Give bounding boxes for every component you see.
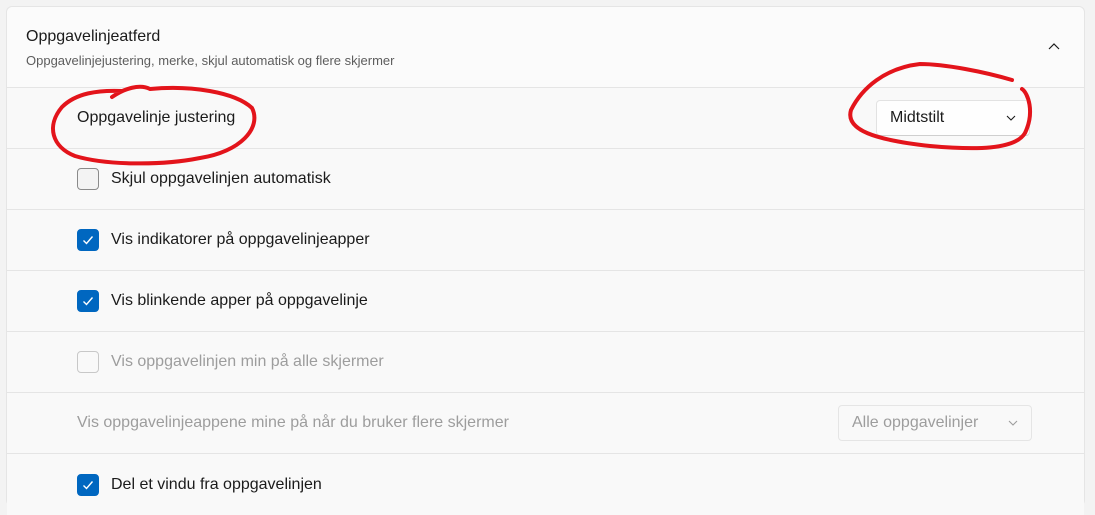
multi-display-row: Vis oppgavelinjeappene mine på når du br…: [7, 393, 1084, 454]
taskbar-alignment-dropdown[interactable]: Midtstilt: [876, 100, 1030, 136]
auto-hide-label: Skjul oppgavelinjen automatisk: [111, 170, 331, 187]
option-row-all-displays: Vis oppgavelinjen min på alle skjermer: [7, 332, 1084, 393]
multi-display-label: Vis oppgavelinjeappene mine på når du br…: [77, 414, 509, 431]
share-window-label: Del et vindu fra oppgavelinjen: [111, 475, 322, 493]
badges-checkbox[interactable]: [77, 229, 99, 251]
section-header[interactable]: Oppgavelinjeatferd Oppgavelinjejustering…: [7, 7, 1084, 88]
taskbar-alignment-label: Oppgavelinje justering: [77, 109, 236, 126]
checkmark-icon: [83, 297, 94, 306]
section-subtitle: Oppgavelinjejustering, merke, skjul auto…: [26, 53, 395, 68]
option-row-share-window[interactable]: Del et vindu fra oppgavelinjen: [7, 454, 1084, 515]
taskbar-alignment-value: Midtstilt: [890, 109, 945, 126]
chevron-up-icon[interactable]: [1046, 38, 1062, 54]
badges-label: Vis indikatorer på oppgavelinjeapper: [111, 231, 370, 248]
flashing-checkbox[interactable]: [77, 290, 99, 312]
taskbar-behaviors-panel: Oppgavelinjeatferd Oppgavelinjejustering…: [6, 6, 1085, 515]
multi-display-value: Alle oppgavelinjer: [852, 414, 979, 431]
share-window-checkbox[interactable]: [77, 473, 99, 496]
checkmark-icon: [83, 480, 94, 490]
flashing-label: Vis blinkende apper på oppgavelinje: [111, 292, 368, 309]
taskbar-alignment-row: Oppgavelinje justering Midtstilt: [7, 88, 1084, 149]
option-row-auto-hide[interactable]: Skjul oppgavelinjen automatisk: [7, 149, 1084, 210]
all-displays-checkbox: [77, 351, 99, 373]
multi-display-dropdown: Alle oppgavelinjer: [838, 405, 1032, 441]
checkmark-icon: [83, 236, 94, 245]
auto-hide-checkbox[interactable]: [77, 168, 99, 190]
option-row-badges[interactable]: Vis indikatorer på oppgavelinjeapper: [7, 210, 1084, 271]
option-row-flashing[interactable]: Vis blinkende apper på oppgavelinje: [7, 271, 1084, 332]
all-displays-label: Vis oppgavelinjen min på alle skjermer: [111, 353, 384, 370]
chevron-down-icon: [1006, 115, 1016, 121]
chevron-down-icon: [1008, 420, 1018, 426]
section-title: Oppgavelinjeatferd: [26, 28, 161, 45]
